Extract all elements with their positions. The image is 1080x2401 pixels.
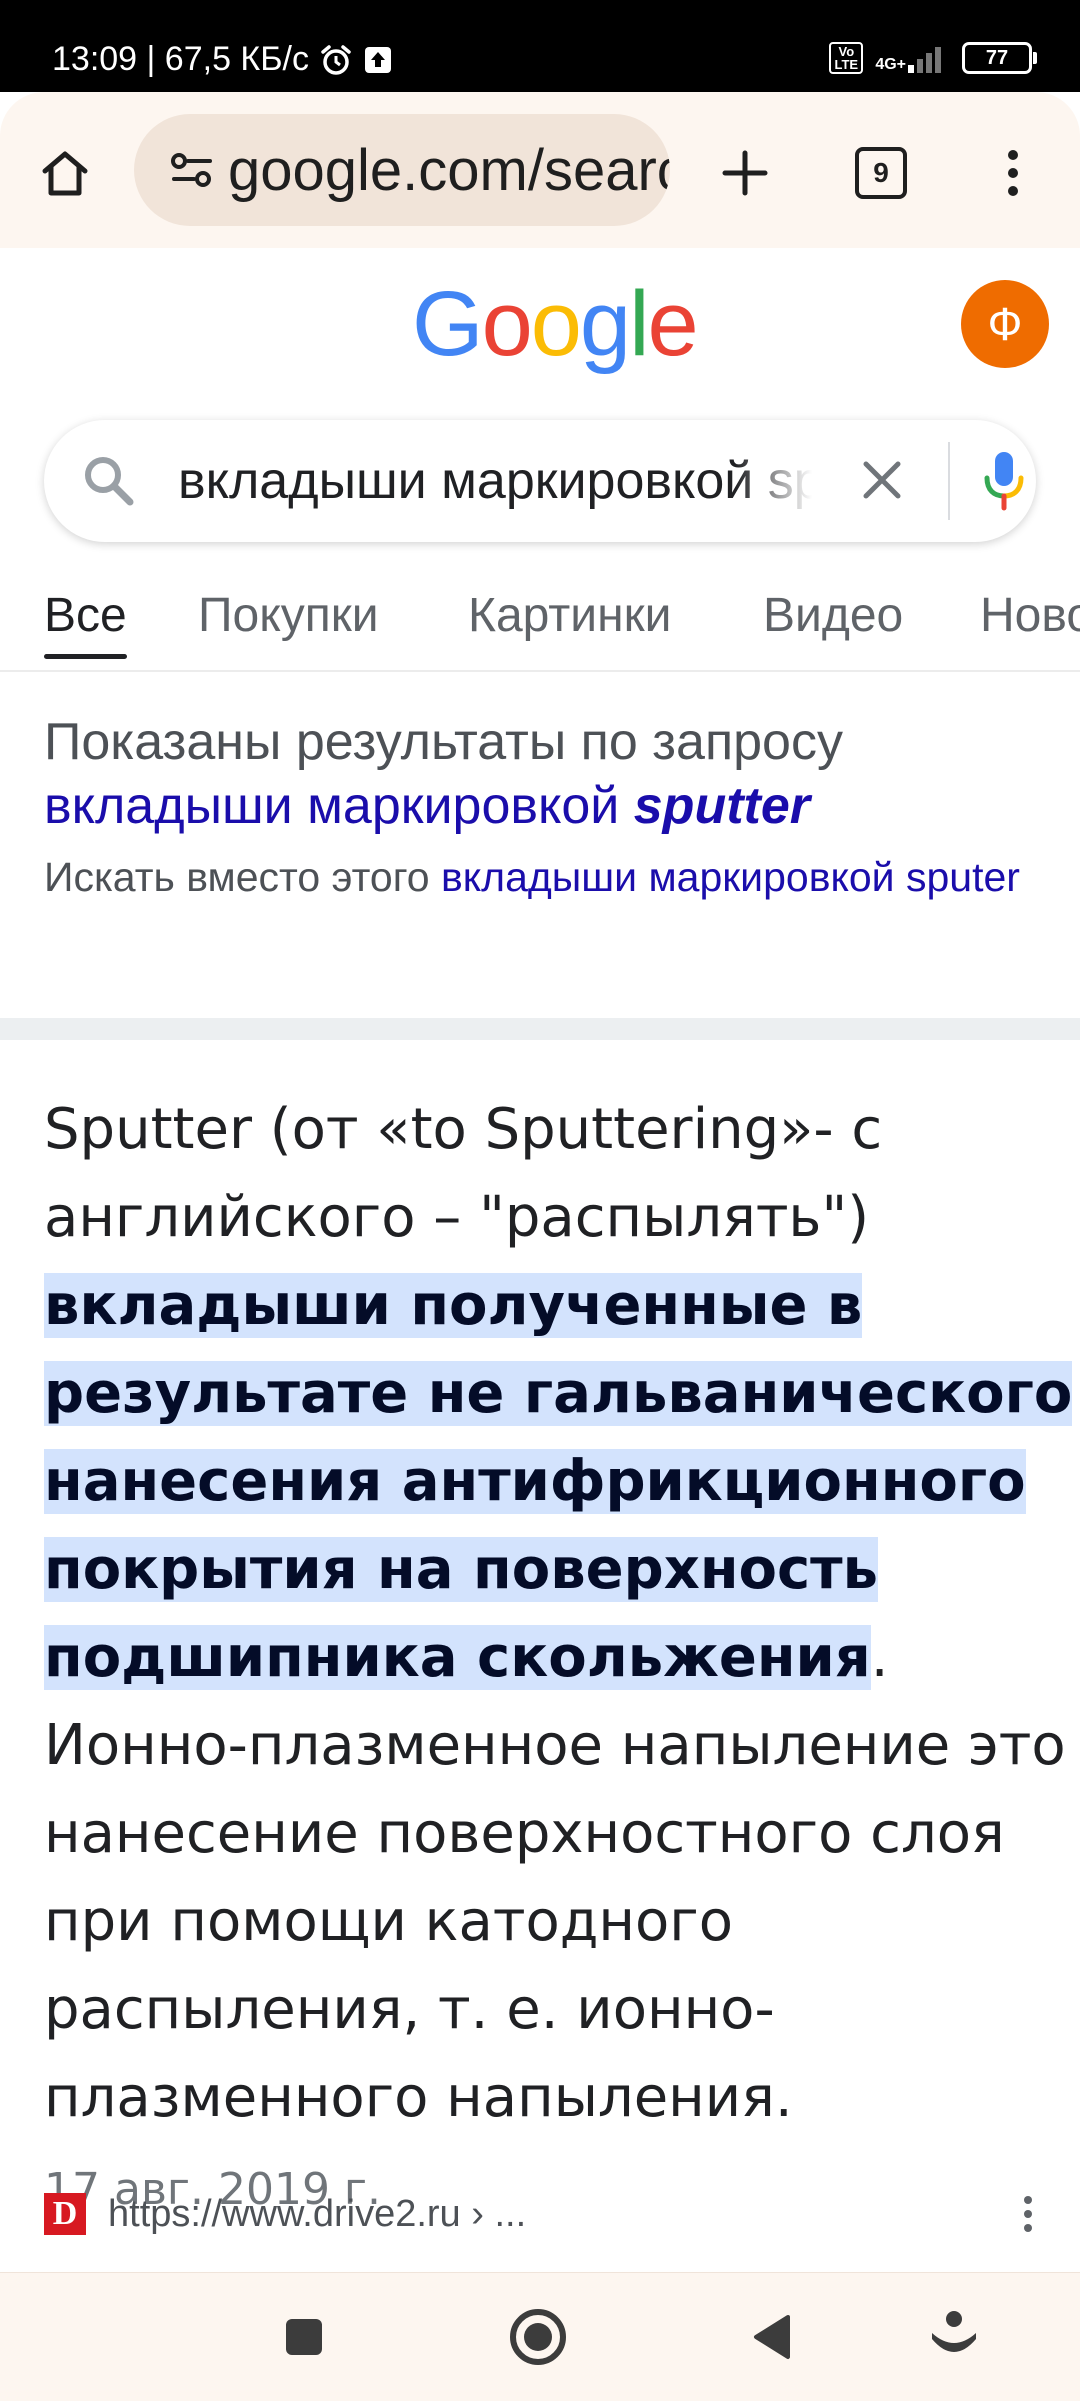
account-avatar[interactable]: Ф [961, 280, 1049, 368]
search-icon [80, 452, 138, 514]
upload-notification-icon [363, 45, 393, 75]
recents-icon [286, 2319, 322, 2355]
source-url[interactable]: https://www.drive2.ru › ... [108, 2193, 526, 2236]
home-circle-icon [510, 2309, 566, 2365]
plus-icon [722, 150, 768, 196]
result-menu-button[interactable] [1008, 2192, 1048, 2236]
battery-level: 77 [985, 46, 1009, 69]
site-settings-icon[interactable] [170, 150, 214, 190]
google-logo[interactable]: Google [412, 278, 699, 370]
volte-icon: Vo LTE [829, 42, 864, 74]
google-logo-letter: G [412, 273, 484, 375]
result-source[interactable]: D https://www.drive2.ru › ... [44, 2186, 1044, 2242]
clear-search-button[interactable] [852, 450, 912, 510]
browser-menu-button[interactable] [970, 130, 1056, 216]
favicon-letter: D [52, 2195, 78, 2232]
tab-videos[interactable]: Видео [763, 588, 903, 643]
spelling-correction: Показаны результаты по запросу вкладыши … [44, 710, 1044, 908]
avatar-letter: Ф [987, 298, 1023, 350]
search-box[interactable]: вкладыши маркировкой sputter [44, 420, 1036, 542]
alarm-icon [319, 43, 353, 77]
tab-news[interactable]: Новости [980, 588, 1080, 643]
snippet-highlight-end: . [870, 1625, 889, 1690]
google-logo-letter: l [629, 273, 650, 375]
microphone-icon [984, 452, 1024, 511]
snippet-intro: Sputter (от «to Sputtering»- с английско… [44, 1097, 883, 1250]
home-icon [42, 151, 88, 196]
corrected-query-link[interactable]: вкладыши маркировкой sputter [44, 774, 1044, 838]
corrected-query-bold: sputter [633, 777, 811, 835]
tab-count: 9 [873, 157, 889, 188]
url-text: google.com/search?q=вкладыши [228, 137, 670, 203]
browser-toolbar: google.com/search?q=вкладыши 9 [0, 92, 1080, 248]
battery-indicator: 77 [962, 42, 1037, 74]
search-input[interactable]: вкладыши маркировкой sputter [178, 448, 812, 514]
recents-button[interactable] [268, 2301, 340, 2373]
google-logo-letter: g [579, 273, 631, 375]
network-type: 4G+ [875, 56, 906, 73]
google-logo-letter: o [481, 273, 533, 375]
google-logo-letter: e [647, 273, 699, 375]
tab-shopping[interactable]: Покупки [198, 588, 379, 643]
status-time-speed: 13:09 | 67,5 КБ/с [52, 40, 309, 78]
home-nav-button[interactable] [502, 2301, 574, 2373]
voice-search-button[interactable] [974, 448, 1034, 514]
tab-switcher-button[interactable]: 9 [838, 130, 924, 216]
snippet-continuation: Ионно-плазменное напыление это нанесение… [44, 1713, 1066, 2130]
search-instead-line: Искать вместо этого вкладыши маркировкой… [44, 846, 1044, 908]
status-right: Vo LTE 4G+ 77 [829, 42, 1037, 74]
status-bar: 13:09 | 67,5 КБ/с Vo LTE 4G+ 77 [0, 0, 1080, 92]
more-vert-icon [1008, 150, 1018, 196]
section-separator [0, 1018, 1080, 1040]
tabs-icon: 9 [855, 147, 907, 199]
back-button[interactable] [736, 2301, 808, 2373]
featured-snippet: Sputter (от «to Sputtering»- с английско… [44, 1086, 1074, 2234]
search-instead-label: Искать вместо этого [44, 854, 430, 900]
google-logo-letter: o [530, 273, 582, 375]
snippet-highlight: вкладыши полученные в результате не галь… [44, 1273, 1073, 1690]
signal-icon [908, 47, 941, 73]
search-divider [948, 442, 950, 520]
assistant-icon [932, 2311, 976, 2352]
shown-results-label: Показаны результаты по запросу [44, 713, 843, 771]
assistant-button[interactable] [918, 2301, 990, 2373]
drive2-favicon: D [44, 2193, 86, 2235]
search-filter-tabs: Все Покупки Картинки Видео Новости [0, 580, 1080, 672]
system-navigation-bar [0, 2272, 1080, 2401]
close-icon [863, 461, 901, 499]
more-vert-icon [1024, 2196, 1032, 2232]
tab-images[interactable]: Картинки [468, 588, 671, 643]
original-query-link[interactable]: вкладыши маркировкой sputer [441, 854, 1020, 900]
status-left: 13:09 | 67,5 КБ/с [52, 40, 393, 79]
corrected-query-text: вкладыши маркировкой [44, 777, 620, 835]
signal-group: 4G+ [875, 43, 950, 73]
home-button[interactable] [22, 130, 108, 216]
new-tab-button[interactable] [702, 130, 788, 216]
address-bar[interactable]: google.com/search?q=вкладыши [134, 114, 670, 226]
back-icon [754, 2315, 790, 2359]
tab-all[interactable]: Все [44, 588, 127, 659]
